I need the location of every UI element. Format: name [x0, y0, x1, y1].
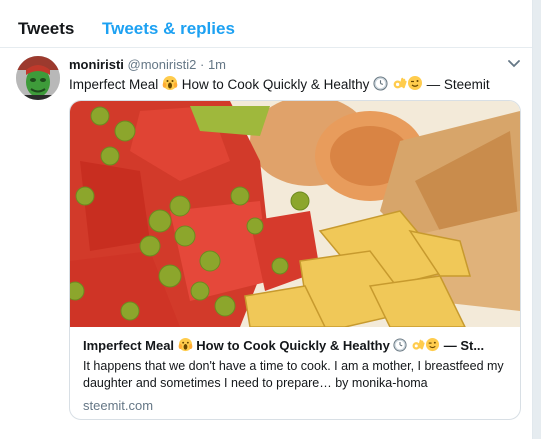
screen-name[interactable]: @moniristi2	[128, 57, 197, 72]
tab-tweets-and-replies[interactable]: Tweets & replies	[102, 19, 235, 39]
card-title-part-3: — St...	[440, 338, 485, 353]
food-photo	[70, 101, 520, 327]
avatar[interactable]	[16, 56, 60, 100]
card-title[interactable]: Imperfect Meal How to Cook Quickly & Hea…	[83, 337, 511, 355]
scream-emoji-icon	[178, 337, 192, 352]
card-description: It happens that we don't have a time to …	[83, 359, 504, 390]
scream-emoji-icon	[162, 76, 178, 90]
tweet[interactable]: moniristi @moniristi2 · 1m Imperfect Mea…	[0, 48, 532, 439]
card-body: Imperfect Meal How to Cook Quickly & Hea…	[83, 337, 511, 413]
timeline-card: Tweets Tweets & replies moniristi @monir…	[0, 0, 533, 439]
tweet-timestamp[interactable]: 1m	[208, 57, 226, 72]
tweet-text-part-3: — Steemit	[422, 77, 490, 92]
profile-tabs: Tweets Tweets & replies	[0, 9, 532, 48]
avatar-image	[16, 56, 60, 100]
wink-emoji-icon	[407, 76, 422, 90]
tweet-text-part-1: Imperfect Meal	[69, 77, 163, 92]
clock-emoji-icon	[373, 76, 388, 91]
clock-emoji-icon	[393, 338, 408, 352]
display-name[interactable]: moniristi	[69, 57, 124, 72]
chevron-down-icon[interactable]	[507, 59, 521, 69]
tweet-text-part-2: How to Cook Quickly & Healthy	[178, 77, 374, 92]
card-title-part-2: How to Cook Quickly & Healthy	[192, 338, 394, 353]
separator-dot: ·	[199, 57, 205, 72]
tweet-header: moniristi @moniristi2 · 1m	[69, 57, 226, 72]
tweet-text: Imperfect Meal How to Cook Quickly & Hea…	[69, 75, 490, 92]
ok-hand-emoji-icon	[412, 339, 425, 350]
card-title-part-1: Imperfect Meal	[83, 338, 178, 353]
wink-emoji-icon	[426, 337, 440, 352]
link-preview-card[interactable]: Imperfect Meal How to Cook Quickly & Hea…	[69, 100, 521, 420]
card-domain: steemit.com	[83, 398, 154, 413]
tab-tweets[interactable]: Tweets	[18, 19, 74, 39]
ok-hand-emoji-icon	[393, 77, 407, 89]
